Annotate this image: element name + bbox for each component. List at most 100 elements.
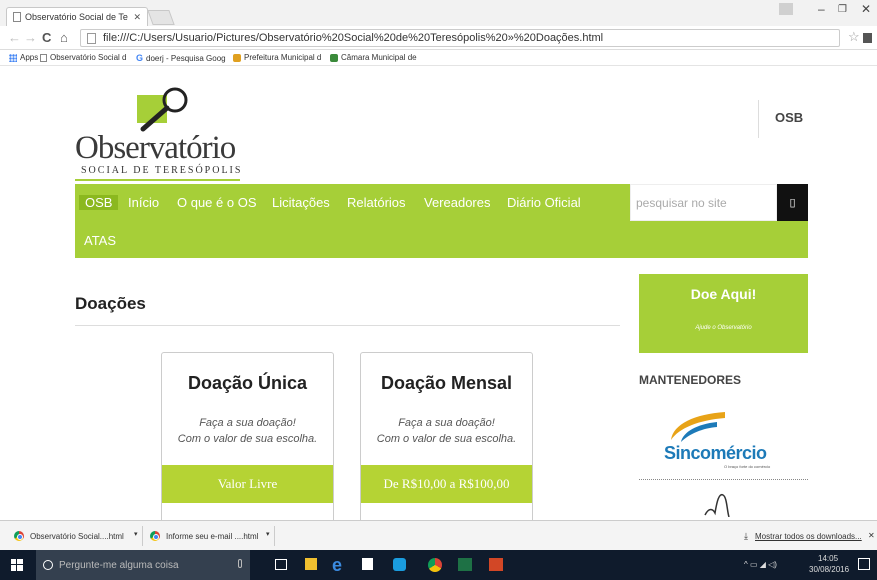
home-icon[interactable]: ⌂	[60, 30, 68, 45]
logo-underline	[75, 179, 240, 181]
microphone-icon[interactable]	[238, 559, 242, 568]
nav-item-relatorios[interactable]: Relatórios	[347, 195, 406, 210]
tab-strip: Observatório Social de Te ✕ – ❐ ✕	[0, 0, 877, 26]
card-desc-line: Faça a sua doação!	[199, 417, 296, 429]
donation-card-monthly: Doação Mensal Faça a sua doação! Com o v…	[360, 352, 533, 520]
bookmark-apps[interactable]: Apps	[9, 53, 38, 62]
download-item[interactable]: Informe seu e-mail ....html	[150, 526, 258, 546]
bookmark-observatorio[interactable]: Observatório Social d	[40, 53, 126, 62]
page-viewport: Observatório SOCIAL DE TERESÓPOLIS OSB O…	[0, 67, 877, 520]
tray-icons[interactable]: ^ ▭ ◢ ◁)	[744, 560, 777, 569]
download-filename: Observatório Social....html	[30, 531, 124, 541]
browser-toolbar: ← → C ⌂ file:///C:/Users/Usuario/Picture…	[0, 26, 877, 50]
tab-close-icon[interactable]: ✕	[133, 12, 141, 23]
close-window-icon[interactable]: ✕	[861, 2, 871, 16]
taskbar-date: 30/08/2016	[809, 565, 850, 574]
divider	[142, 526, 143, 546]
bookmark-label: Prefeitura Municipal d	[244, 53, 322, 62]
store-icon[interactable]	[362, 558, 373, 570]
bookmark-camara[interactable]: Câmara Municipal de	[330, 53, 417, 62]
task-view-icon[interactable]	[275, 559, 287, 570]
swoosh-logo-icon	[671, 412, 725, 442]
star-icon[interactable]: ☆	[848, 29, 860, 45]
taskbar-time: 14:05	[818, 554, 839, 563]
card-description: Faça a sua doação! Com o valor de sua es…	[162, 415, 333, 447]
card-price-band[interactable]: Valor Livre	[162, 465, 333, 503]
divider	[274, 526, 275, 546]
card-title: Doação Mensal	[380, 373, 513, 393]
divider	[758, 100, 759, 138]
back-arrow-icon[interactable]: ←	[8, 30, 21, 45]
new-tab-button[interactable]	[147, 10, 175, 25]
donate-subtitle: Ajude o Observatório	[695, 325, 752, 331]
browser-tab[interactable]: Observatório Social de Te ✕	[6, 7, 148, 26]
extension-icon[interactable]	[863, 33, 872, 43]
chrome-icon[interactable]	[428, 558, 442, 572]
forward-arrow-icon[interactable]: →	[24, 30, 37, 45]
title-divider	[75, 325, 620, 326]
page-icon	[13, 12, 21, 22]
bookmark-label: doerj - Pesquisa Goog	[146, 53, 226, 63]
donation-card-single: Doação Única Faça a sua doação! Com o va…	[161, 352, 334, 520]
windows-start-icon[interactable]	[11, 559, 23, 571]
logo-subtitle: SOCIAL DE TERESÓPOLIS	[81, 165, 243, 176]
screen: Observatório Social de Te ✕ – ❐ ✕ ← → C …	[0, 0, 877, 580]
maximize-icon[interactable]: ❐	[838, 4, 847, 15]
partial-logo-icon	[704, 493, 730, 517]
download-filename: Informe seu e-mail ....html	[166, 531, 259, 541]
skype-icon[interactable]	[393, 558, 406, 571]
page-title: Doações	[75, 294, 146, 313]
chevron-down-icon[interactable]: ▾	[266, 530, 270, 538]
nav-item-atas[interactable]: ATAS	[84, 233, 116, 248]
bookmark-doerj[interactable]: G doerj - Pesquisa Goog	[136, 53, 226, 63]
notifications-icon[interactable]	[858, 558, 870, 570]
card-desc-line: Faça a sua doação!	[398, 417, 495, 429]
donate-title: Doe Aqui!	[690, 286, 757, 302]
chrome-icon	[150, 531, 160, 541]
edge-icon[interactable]: e	[332, 555, 348, 575]
page-icon	[40, 53, 47, 62]
download-item[interactable]: Observatório Social....html	[14, 526, 124, 546]
address-bar[interactable]: file:///C:/Users/Usuario/Pictures/Observ…	[80, 29, 840, 47]
sponsor-logo[interactable]: Sincomércio O braço forte do comércio	[651, 410, 811, 470]
close-downloads-icon[interactable]: ✕	[868, 531, 875, 540]
search-input[interactable]: pesquisar no site	[630, 184, 777, 221]
show-all-downloads-link[interactable]: Mostrar todos os downloads...	[755, 532, 862, 541]
download-icon: ⤓	[744, 531, 748, 541]
tab-title: Observatório Social de Te	[25, 12, 128, 22]
url-text: file:///C:/Users/Usuario/Pictures/Observ…	[103, 32, 604, 44]
nav-item-diario-oficial[interactable]: Diário Oficial	[507, 195, 581, 210]
bookmark-label: Câmara Municipal de	[341, 53, 417, 62]
search-button[interactable]: ▯	[777, 184, 808, 221]
crest-icon	[330, 53, 338, 62]
reload-icon[interactable]: C	[42, 30, 51, 45]
bookmark-label: Apps	[20, 53, 39, 62]
profile-icon[interactable]	[779, 3, 793, 15]
donate-button[interactable]: Doe Aqui! Ajude o Observatório	[639, 274, 808, 353]
powerpoint-icon[interactable]	[489, 558, 503, 571]
logo-wordmark: Observatório	[75, 130, 236, 166]
bookmark-label: Observatório Social d	[50, 53, 127, 62]
sponsor-tagline: O braço forte do comércio	[724, 464, 771, 469]
site-logo[interactable]: Observatório SOCIAL DE TERESÓPOLIS	[75, 87, 245, 181]
taskbar-search-input[interactable]: Pergunte-me alguma coisa	[36, 550, 250, 580]
bookmark-prefeitura[interactable]: Prefeitura Municipal d	[233, 53, 321, 62]
chevron-down-icon[interactable]: ▾	[134, 530, 138, 538]
osb-top-link[interactable]: OSB	[775, 110, 803, 125]
cortana-icon	[43, 560, 53, 570]
search-icon: ▯	[789, 197, 796, 209]
sponsor-name: Sincomércio	[664, 443, 767, 463]
minimize-icon[interactable]: –	[818, 2, 825, 16]
excel-icon[interactable]	[458, 558, 472, 571]
nav-item-osb[interactable]: OSB	[79, 195, 119, 210]
card-price-band[interactable]: De R$10,00 a R$100,00	[361, 465, 532, 503]
nav-item-licitacoes[interactable]: Licitações	[272, 195, 330, 210]
main-nav: OSB Início O que é o OS Licitações Relat…	[75, 184, 808, 258]
google-icon: G	[136, 53, 144, 63]
nav-item-vereadores[interactable]: Vereadores	[424, 195, 491, 210]
card-description: Faça a sua doação! Com o valor de sua es…	[361, 415, 532, 447]
nav-item-inicio[interactable]: Início	[128, 195, 159, 210]
file-explorer-icon[interactable]	[305, 558, 317, 570]
card-desc-line: Com o valor de sua escolha.	[376, 433, 517, 445]
nav-item-o-que-e[interactable]: O que é o OS	[177, 195, 257, 210]
